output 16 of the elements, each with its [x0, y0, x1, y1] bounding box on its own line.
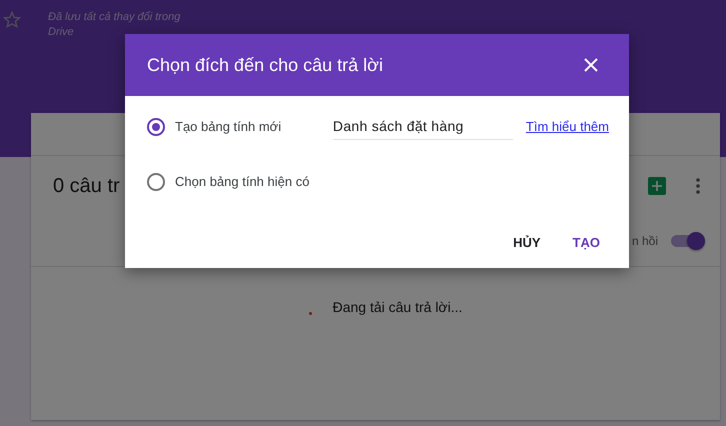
spinner-icon — [308, 312, 312, 314]
setting-label: n hồi — [632, 234, 658, 248]
more-icon[interactable] — [696, 178, 700, 194]
response-count: 0 câu tr — [53, 174, 120, 198]
save-status: Đã lưu tất cả thay đổi trong Drive — [48, 10, 182, 40]
close-icon[interactable] — [584, 58, 598, 72]
radio-option[interactable]: Tạo bảng tính mới — [145, 118, 333, 136]
star-icon[interactable] — [3, 11, 21, 29]
sheets-icon[interactable] — [648, 177, 666, 195]
cancel-button[interactable]: HỦY — [501, 227, 553, 258]
radio-option[interactable]: Chọn bảng tính hiện có — [145, 172, 333, 190]
dialog-title: Chọn đích đến cho câu trả lời — [147, 54, 383, 76]
learn-more-link[interactable]: Tìm hiểu thêm — [526, 119, 609, 134]
toggle-switch[interactable] — [671, 235, 703, 247]
loading-text: Đang tải câu trả lời... — [332, 299, 462, 315]
create-button[interactable]: TẠO — [560, 227, 612, 258]
